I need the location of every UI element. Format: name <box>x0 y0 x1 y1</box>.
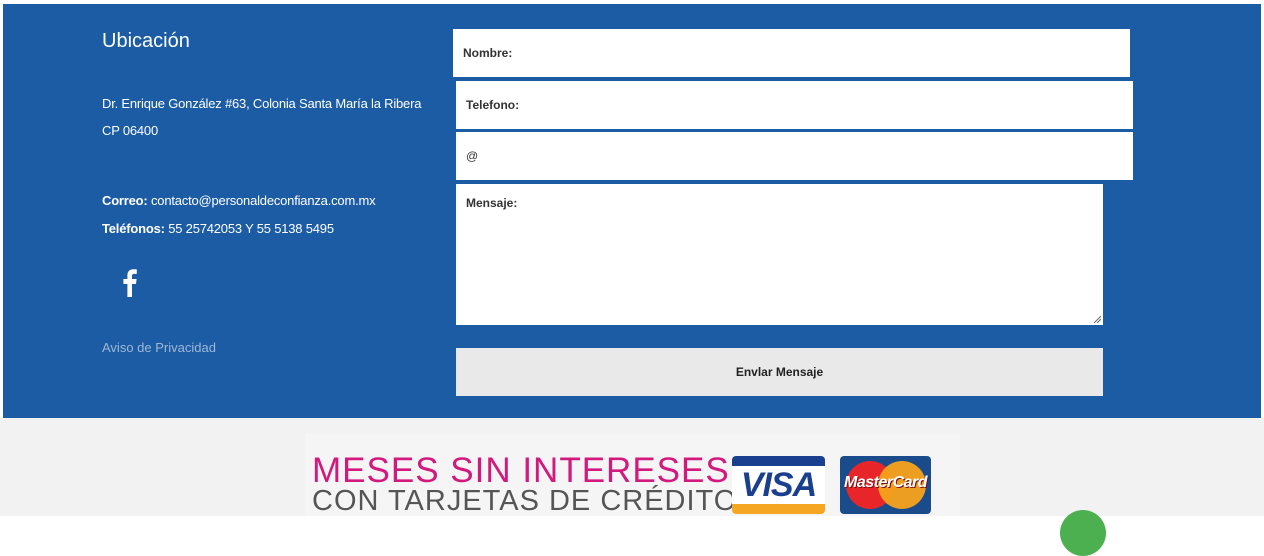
email-label: Correo: <box>102 193 148 208</box>
visa-logo: VISA <box>732 456 825 514</box>
email-placeholder: @ <box>466 149 479 163</box>
email-row: Correo: contacto@personaldeconfianza.com… <box>102 193 376 208</box>
phone-placeholder: Telefono: <box>466 98 520 112</box>
promo-line-2: CON TARJETAS DE CRÉDITO <box>312 485 738 517</box>
email-value: contacto@personaldeconfianza.com.mx <box>150 193 376 208</box>
phone-value: 55 25742053 Y 55 5138 5495 <box>168 221 334 236</box>
resize-handle-icon[interactable] <box>1093 315 1101 323</box>
email-field[interactable]: @ <box>456 132 1133 180</box>
message-placeholder: Mensaje: <box>466 196 518 210</box>
privacy-link[interactable]: Aviso de Privacidad <box>102 340 216 355</box>
send-message-button[interactable]: Envlar Mensaje <box>456 348 1103 396</box>
message-textarea[interactable]: Mensaje: <box>456 184 1103 325</box>
phone-label: Teléfonos: <box>102 221 165 236</box>
name-placeholder: Nombre: <box>463 46 513 60</box>
address-line-2: CP 06400 <box>102 123 158 138</box>
location-title: Ubicación <box>102 30 190 52</box>
mastercard-logo: MasterCard <box>840 456 931 514</box>
facebook-icon[interactable] <box>118 266 142 300</box>
chat-widget-icon[interactable] <box>1060 510 1106 556</box>
phone-field[interactable]: Telefono: <box>456 81 1133 129</box>
name-field[interactable]: Nombre: <box>453 29 1130 77</box>
phone-row: Teléfonos: 55 25742053 Y 55 5138 5495 <box>102 221 334 236</box>
address-line-1: Dr. Enrique González #63, Colonia Santa … <box>102 96 422 111</box>
